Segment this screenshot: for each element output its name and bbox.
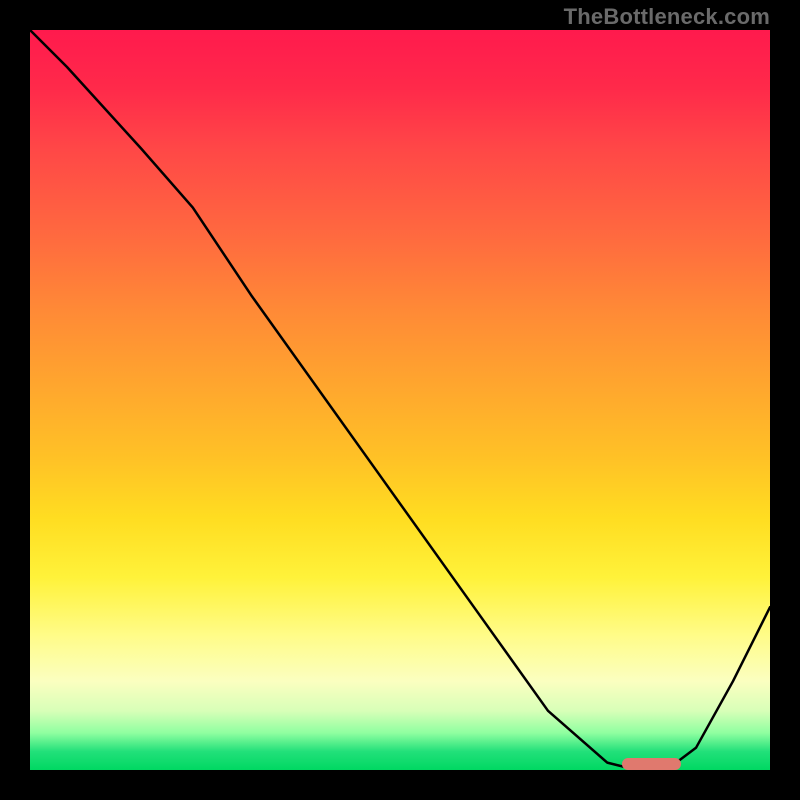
watermark-text: TheBottleneck.com [564, 4, 770, 30]
curve-path [30, 30, 770, 770]
plot-area [30, 30, 770, 770]
chart-frame: TheBottleneck.com [0, 0, 800, 800]
bottleneck-curve [30, 30, 770, 770]
optimal-range-marker [622, 758, 681, 770]
